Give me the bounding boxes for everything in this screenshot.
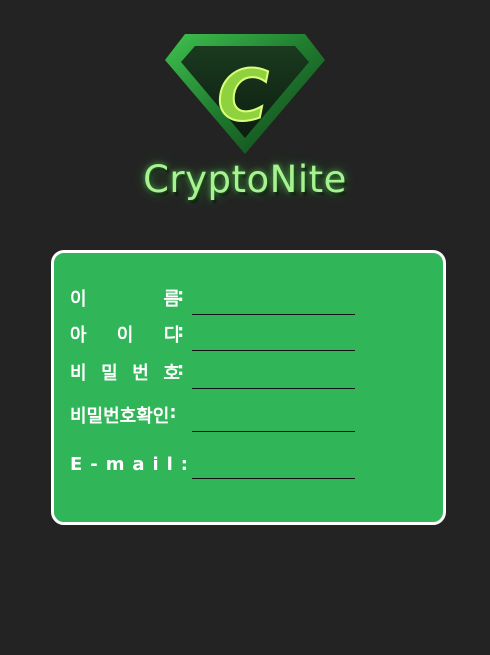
email-label-char: a bbox=[132, 454, 145, 475]
password-label-char: 비 bbox=[70, 363, 87, 384]
email-label-char: E bbox=[70, 454, 83, 475]
brand-title: CryptoNite bbox=[143, 158, 347, 201]
password-confirm-label-colon: : bbox=[169, 402, 177, 423]
name-label-colon: : bbox=[177, 285, 185, 306]
id-label-colon: : bbox=[177, 321, 185, 342]
logo-letter: C bbox=[217, 55, 268, 137]
name-input[interactable] bbox=[192, 294, 355, 315]
email-label-char: - bbox=[90, 454, 98, 475]
password-label: 비 밀 번 호 : bbox=[70, 359, 184, 385]
email-label-colon: : bbox=[180, 454, 188, 475]
email-label: E - m a i l : bbox=[70, 454, 188, 475]
id-label-char: 아 bbox=[70, 325, 87, 346]
email-label-char: l bbox=[166, 454, 173, 475]
password-label-char: 밀 bbox=[101, 363, 118, 384]
password-confirm-input[interactable] bbox=[192, 411, 355, 432]
name-label-char: 이 bbox=[70, 289, 87, 310]
id-label: 아 이 디 : bbox=[70, 321, 184, 347]
password-label-colon: : bbox=[177, 359, 185, 380]
name-label: 이 름 : bbox=[70, 285, 184, 311]
password-confirm-label: 비밀번호확인 : bbox=[70, 402, 188, 428]
password-confirm-label-text: 비밀번호확인 bbox=[70, 406, 170, 427]
cryptonite-logo-icon: C bbox=[165, 34, 325, 154]
email-label-char: i bbox=[152, 454, 159, 475]
password-label-char: 번 bbox=[132, 363, 149, 384]
email-label-char: m bbox=[105, 454, 125, 475]
id-label-char: 이 bbox=[116, 325, 134, 346]
signup-form-card: 이 름 : 아 이 디 : 비 밀 번 호 : 비밀번호확인 : E - m a… bbox=[51, 250, 446, 525]
password-input[interactable] bbox=[192, 368, 355, 389]
email-input[interactable] bbox=[192, 458, 355, 479]
id-input[interactable] bbox=[192, 330, 355, 351]
